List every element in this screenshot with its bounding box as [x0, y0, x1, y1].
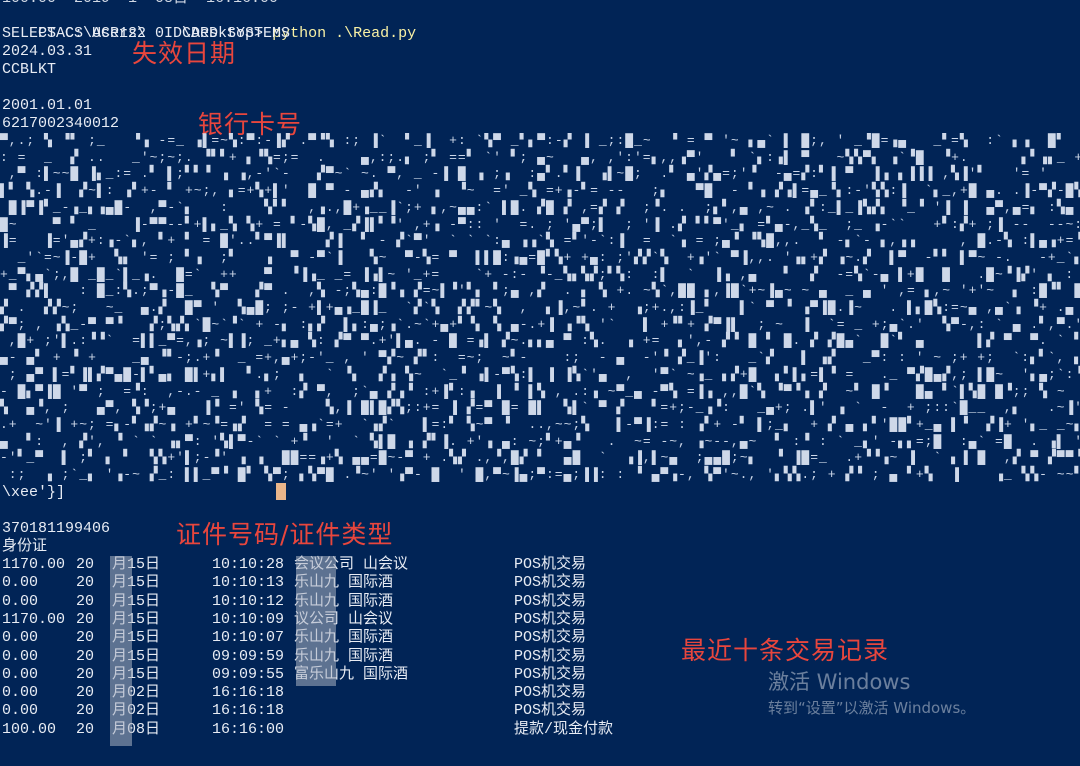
- transaction-amount: 0.00: [2, 629, 39, 647]
- transaction-amount: 0.00: [2, 684, 39, 702]
- transaction-time: 10:10:13: [212, 574, 285, 592]
- dump-tail-line: \xee'}]: [2, 484, 66, 501]
- issue-date-line: 2001.01.01: [2, 97, 93, 114]
- pixelated-row: _'`=~▐-█+ ▚▖ '= ; ▘▗ ;▘ ▗ ▀ -▀`▐ ▚~ ▀-▚=…: [0, 249, 1080, 265]
- transaction-amount: 0.00: [2, 647, 39, 665]
- pixelated-row: : = _ ▞ .. _'~;~;. ▝▘▘+ ▖▝▚=;= . ▄,:;.▖ …: [0, 149, 1080, 165]
- transaction-type: POS机交易: [514, 684, 587, 702]
- powershell-window: 100.00 2019 1 08日 16:16:00 PS C:\Users\ …: [0, 0, 1080, 766]
- activate-windows-watermark: 激活 Windows 转到“设置”以激活 Windows。: [768, 669, 975, 717]
- id-type-line: 身份证: [2, 538, 48, 555]
- transaction-time: 16:16:18: [212, 684, 285, 702]
- transaction-amount: 0.00: [2, 665, 39, 683]
- redaction-bar: [296, 556, 336, 686]
- id-number-line: 370181199406: [2, 520, 111, 537]
- transaction-type: POS机交易: [514, 574, 587, 592]
- pixelated-row: ▀ ▞▞▌ : █_:▚.;▀▗-█_ ▚▀ ▞▀ . ,▚ -;▚▄:█▝▗ …: [0, 283, 1080, 299]
- pixelated-row: ▐= ▐='▄▞+:▗-`▖, ▘+ ▘ = █'..▘▀▐▌ ▞▐ ▘ - ▞…: [0, 233, 1080, 249]
- transaction-amount: 0.00: [2, 702, 39, 720]
- pixelated-row: ,▀ :▌~~█ ▐▖_:= .▘ ▌;▘▘▝ ▗ ▗,-'`- ▞▀~` ~.…: [0, 166, 1080, 182]
- transaction-time: 10:10:07: [212, 629, 285, 647]
- pixelated-row: ▚ ▄▝, ; ▄▀, ▚▝;+▄ ▐▝ =' ▚= - ▚,▐ █▌█▞▚;:…: [0, 400, 1080, 416]
- transaction-amount: 1170.00: [2, 556, 66, 573]
- transaction-row: 0.00 20 月15日 10:10:07 乐山九 国际酒 POS机交易: [2, 629, 1078, 647]
- bank-code-line: CCBLKT: [2, 61, 57, 78]
- transaction-time: 10:10:28: [212, 556, 285, 573]
- watermark-title: 激活 Windows: [768, 670, 911, 694]
- pixelated-row: ▄ ▘: , ▞', ▝ ` ` ▗▖▀: '▚▌▀-` ` +▝ ' ` ▚▌…: [0, 433, 1080, 449]
- transaction-time: 16:16:00: [212, 720, 285, 738]
- pixelated-row: ; ▄▀ ▌=▘▐▌▞▀▄█-▌▘▄▖ █▌+▖▌ ▘.▖; ▖ ` ▝▖ ▞▗…: [0, 366, 1080, 382]
- command-text: python .\Read.py: [272, 25, 417, 42]
- card-number-line: 6217002340012: [2, 115, 120, 132]
- transaction-row: 0.00 20 月15日 09:09:59 乐山九 国际酒 POS机交易: [2, 648, 1078, 666]
- watermark-subtitle: 转到“设置”以激活 Windows。: [768, 699, 976, 717]
- transaction-type: POS机交易: [514, 665, 587, 683]
- transaction-amount: 0.00: [2, 574, 39, 592]
- transaction-row: 0.00 20 月15日 10:10:13 乐山九 国际酒 POS机交易: [2, 574, 1078, 592]
- transaction-time: 16:16:18: [212, 702, 285, 720]
- pixelated-row: ▌▘ ▚.-▐ ▞~▌: ▗▘+- ▘ +~;, ▖=+▚+▌' █ ▀ - ▄…: [0, 183, 1080, 199]
- pixelated-row: :; ▗ ;`_▖ '▗-~ ▞_: ▌▌_▀▝ █▘ ▚▀; ▖▚▀█ .▝~…: [0, 467, 1080, 482]
- transaction-row: 100.00 20 月08日 16:16:00 提款/现金付款: [2, 721, 1078, 739]
- pixelated-row: ,█+ ;'▌.:▝▝` =▌▌_▀=,▗; ~▌▐; _+▖▄ ▚: ▞▀ ▀…: [0, 333, 1080, 349]
- pixelated-row: █~ ▀ ▘ _ ▐-▀▀--▘+▌▖_▚ ▚+ = ▘-▚█, _▞▐▌▘▝'…: [0, 216, 1080, 232]
- transaction-time: 09:09:55: [212, 665, 285, 683]
- transaction-amount: 0.00: [2, 592, 39, 610]
- transaction-time: 09:09:59: [212, 647, 285, 665]
- pixelated-row: ▞▀; , ▗▚_-▀ ▀▝ ▞;▚▞▖`█~`▝` + -▖ :▖▞ ▌▖:▄…: [0, 316, 1080, 332]
- pixelated-row: -'▘_▀ ▌ ;▘ ▖ ▘ ▚▚+'▌;-▝' ▗ ▗ ██==▗+▚ ▄▄=…: [0, 450, 1080, 466]
- transaction-time: 10:10:12: [212, 592, 285, 610]
- transaction-amount: 100.00: [2, 720, 57, 738]
- transaction-type: POS机交易: [514, 629, 587, 647]
- pixelated-row: ▞ . ▞▞~; ~_ ▄.▞ █▀ ' ▚▄█; ;- +▌+▄▗_█▐_ `…: [0, 300, 1080, 315]
- transaction-type: POS机交易: [514, 556, 587, 573]
- id-annotation: 证件号码/证件类型: [176, 520, 394, 549]
- transaction-type: POS机交易: [514, 610, 587, 628]
- transaction-type: POS机交易: [514, 702, 587, 720]
- text-cursor: [276, 483, 286, 500]
- transaction-type: 提款/现金付款: [514, 720, 614, 738]
- transaction-amount: 1170.00: [2, 610, 66, 628]
- expiry-date-line: 2024.03.31: [2, 43, 93, 60]
- transaction-row: 1170.00 20 月15日 10:10:09 议公司 山会议 POS机交易: [2, 611, 1078, 629]
- pixelated-row: - █▖▀▐█ '▀ ; =▝: ,-.- _ ▗ ▖+ :▞ ▀, ;`▄ ▞…: [0, 383, 1080, 399]
- pixelated-row: █▐▀▐▘_-▗_▖▗▄█- ,▀-`▖ : ▚▘▘ ,▗.,█+▗__▐`;+…: [0, 199, 1080, 215]
- transaction-type: POS机交易: [514, 647, 587, 665]
- pixelated-row: .+ ~'▐ +~; =▖-▘▗▞~▗ +▘~▝=▗▞ = = ▄▗`=+ `▗…: [0, 416, 1080, 432]
- pixelated-row: ▄- ▄▘ + ▝ + _▄ ▝▘-;.+▝ _ =+,▄+;-'_ , ' ▀…: [0, 350, 1080, 366]
- pixelated-row: ▀,.; ▚ ▝▘ ;_ ▝▗ -=_ ▗▌=~▚:▀:-▐▞ .▀▝▚ :; …: [0, 133, 1080, 148]
- pixelated-dump-region: ▀,.; ▚ ▝▘ ;_ ▝▗ -=_ ▗▌=~▚:▀:-▐▞ .▀▝▚ :; …: [0, 133, 1080, 483]
- transaction-row: 0.00 20 月15日 10:10:12 乐山九 国际酒 POS机交易: [2, 593, 1078, 611]
- transaction-time: 10:10:09: [212, 610, 285, 628]
- pixelated-row: +_▀▖▄`;,█ _█_`▌_▗. █=` ++ ▀ ▝▐▗_ _= ▐▗▌~…: [0, 266, 1080, 282]
- redaction-bar: [110, 556, 132, 746]
- transaction-type: POS机交易: [514, 592, 587, 610]
- expiry-annotation: 失效日期: [132, 39, 237, 68]
- transaction-row: 1170.00 20 月15日 10:10:28 会议公司 山会议 POS机交易: [2, 556, 1078, 574]
